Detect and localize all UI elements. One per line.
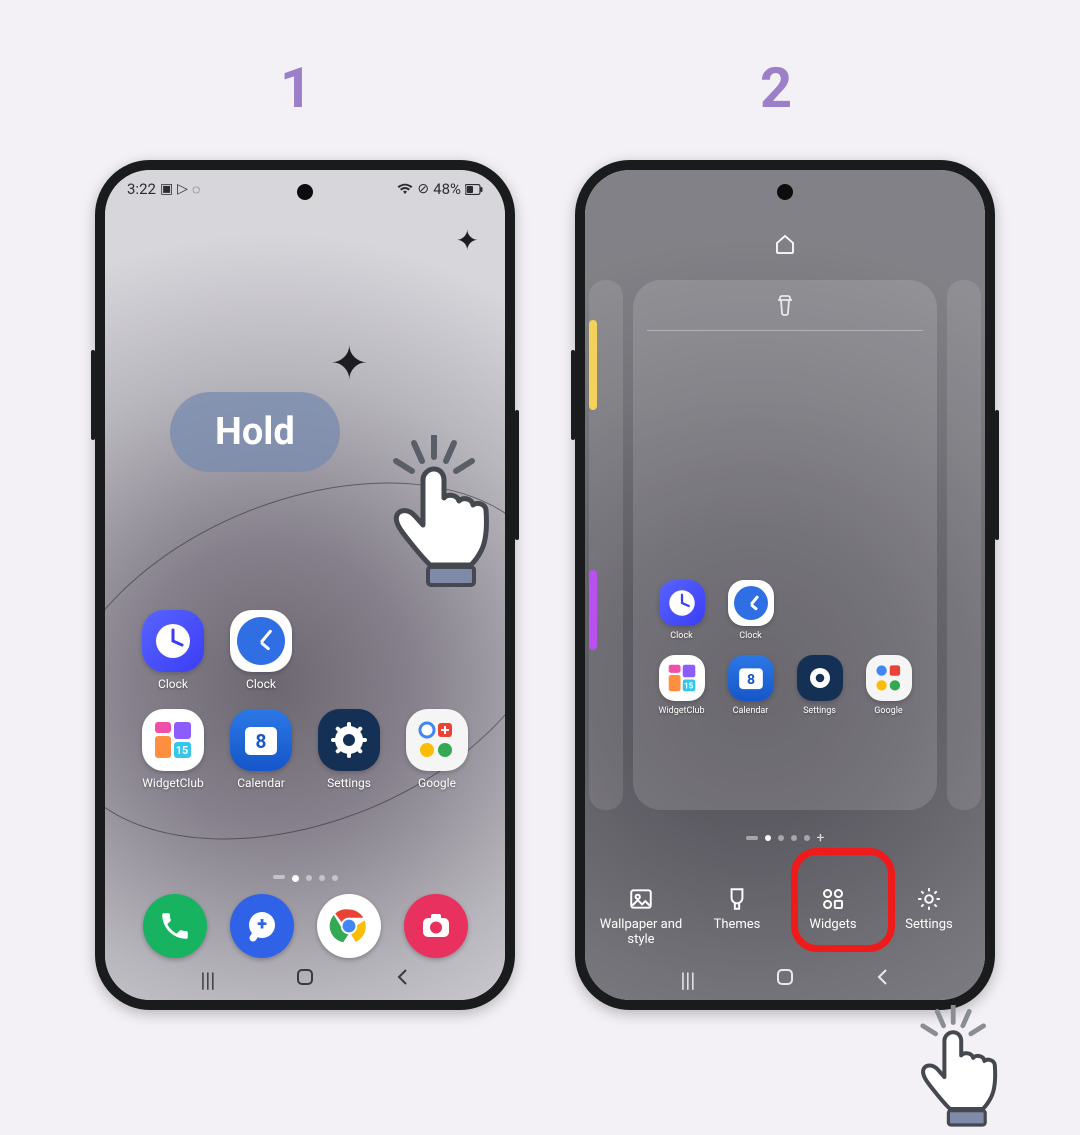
folder-icon [406,709,468,771]
page-indicator [105,875,505,882]
battery-icon [465,184,483,195]
home-outline-icon[interactable] [773,232,797,256]
svg-text:8: 8 [746,672,754,688]
image-icon [628,886,654,912]
app-label: Clock [246,677,276,691]
app-google-folder[interactable]: Google [393,709,481,790]
app-clock[interactable]: Clock [129,610,217,691]
highlight-box [791,848,895,952]
home-button[interactable] [776,968,794,992]
widgetclub-icon: 15 [659,655,705,701]
status-battery: 48% [433,180,461,198]
step-number-2: 2 [760,55,792,121]
no-signal-icon: ⊘ [417,181,429,197]
home-button[interactable] [296,968,314,992]
sync-icon: ◌ [192,181,200,198]
app-label: WidgetClub [142,776,203,790]
page-preview-right[interactable] [947,280,981,810]
svg-text:+: + [257,914,267,935]
step-number-1: 1 [280,55,312,121]
app-google-folder[interactable]: Google [854,655,923,716]
tap-hand-icon [910,1005,1030,1135]
page-indicator: + [585,830,985,846]
tap-hand-icon [380,435,530,595]
app-clock[interactable]: Clock [647,580,716,641]
home-page-card[interactable]: Clock Clock 15 WidgetClub 8 [633,280,937,810]
home-apps-grid: Clock Clock 15 WidgetClub 8 Calendar [105,610,505,790]
recents-button[interactable]: ||| [201,968,216,992]
settings-option[interactable]: Settings [884,886,974,933]
app-settings[interactable]: Settings [305,709,393,790]
clock-icon [728,580,774,626]
widgetclub-icon: 15 [142,709,204,771]
back-button[interactable] [395,968,409,992]
page-preview-left[interactable] [589,280,623,810]
image-icon: ▣ [160,181,173,197]
camera-app-icon[interactable] [404,894,468,958]
app-settings[interactable]: Settings [785,655,854,716]
clock-icon [659,580,705,626]
brush-icon [724,886,750,912]
sparkle-icon: ✦ [456,224,479,257]
edit-options-bar: Wallpaper and style Themes Widgets Setti… [585,886,985,948]
home-apps-grid-small: Clock Clock 15 WidgetClub 8 [647,580,923,716]
hold-label: Hold [170,392,340,472]
app-label: Google [418,776,456,790]
wallpaper-option[interactable]: Wallpaper and style [596,886,686,948]
gear-icon [797,655,843,701]
clock-icon [230,610,292,672]
svg-text:15: 15 [683,680,693,690]
calendar-icon: 8 [728,655,774,701]
svg-text:8: 8 [256,730,267,753]
app-widgetclub[interactable]: 15 WidgetClub [647,655,716,716]
camera-notch [777,184,793,200]
dock: + [105,894,505,958]
app-label: Clock [670,631,692,641]
app-label: Calendar [733,706,769,716]
camera-notch [297,184,313,200]
recents-button[interactable]: ||| [681,968,696,992]
phone-mockup-2: Clock Clock 15 WidgetClub 8 [575,160,995,1010]
app-label: Settings [803,706,836,716]
chrome-app-icon[interactable] [317,894,381,958]
phone-app-icon[interactable] [143,894,207,958]
nav-bar: ||| [105,968,505,992]
app-label: Calendar [237,776,285,790]
trash-icon[interactable] [775,294,795,316]
folder-icon [866,655,912,701]
app-label: Google [874,706,902,716]
sparkle-icon: ✦ [330,336,369,391]
themes-option[interactable]: Themes [692,886,782,933]
app-label: WidgetClub [658,706,704,716]
option-label: Settings [905,918,952,933]
status-time: 3:22 [127,180,156,198]
app-label: Clock [739,631,761,641]
calendar-icon: 8 [230,709,292,771]
app-clock[interactable]: Clock [217,610,305,691]
app-calendar[interactable]: 8 Calendar [716,655,785,716]
gear-icon [916,886,942,912]
nav-bar: ||| [585,968,985,992]
option-label: Wallpaper and style [596,918,686,948]
back-button[interactable] [875,968,889,992]
app-label: Clock [158,677,188,691]
divider [647,330,923,331]
gear-icon [318,709,380,771]
phone2-screen[interactable]: Clock Clock 15 WidgetClub 8 [585,170,985,1000]
app-label: Settings [327,776,371,790]
app-clock[interactable]: Clock [716,580,785,641]
svg-text:15: 15 [176,744,189,757]
wifi-icon [397,183,413,195]
app-widgetclub[interactable]: 15 WidgetClub [129,709,217,790]
messages-app-icon[interactable]: + [230,894,294,958]
play-icon: ▷ [177,181,188,197]
option-label: Themes [714,918,761,933]
clock-icon [142,610,204,672]
app-calendar[interactable]: 8 Calendar [217,709,305,790]
